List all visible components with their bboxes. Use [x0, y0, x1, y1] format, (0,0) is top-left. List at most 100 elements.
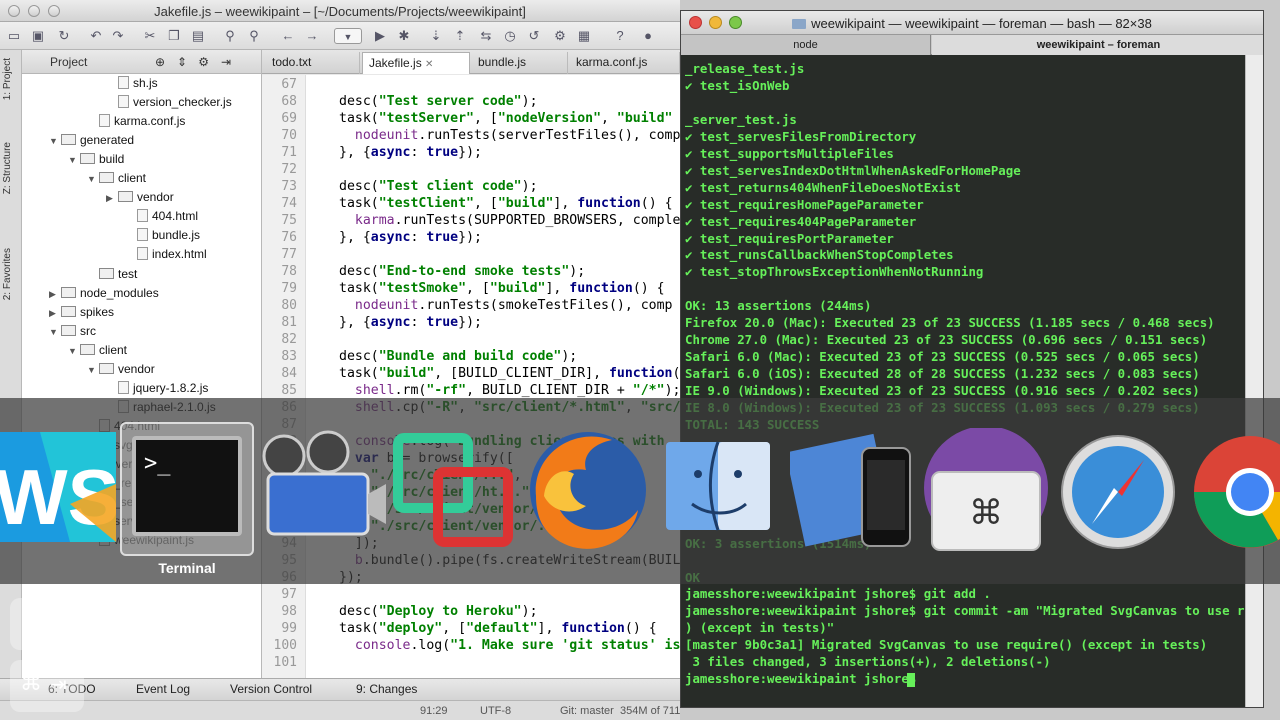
- tool-event-log[interactable]: Event Log: [136, 682, 190, 696]
- tab-karma-conf[interactable]: karma.conf.js: [570, 52, 680, 74]
- tree-file[interactable]: bundle.js: [125, 226, 200, 245]
- firefox-app[interactable]: [522, 426, 652, 554]
- tree-folder[interactable]: ▶ spikes: [49, 303, 114, 322]
- git-branch[interactable]: Git: master: [560, 705, 614, 717]
- forward-icon[interactable]: →: [304, 28, 320, 44]
- chevron-right-icon[interactable]: ▶: [49, 285, 61, 304]
- chevron-down-icon[interactable]: ▼: [49, 323, 61, 342]
- tree-folder[interactable]: ▶ vendor: [106, 188, 174, 207]
- folder-icon[interactable]: ▭: [6, 28, 22, 44]
- chevron-right-icon[interactable]: ▶: [49, 304, 61, 323]
- terminal-app[interactable]: >_: [120, 422, 254, 556]
- tree-file[interactable]: 404.html: [125, 207, 198, 226]
- cheatsheet-app[interactable]: ⌘: [920, 426, 1052, 552]
- tree-file[interactable]: version_checker.js: [106, 93, 232, 112]
- project-view-selector[interactable]: Project: [32, 55, 87, 69]
- tree-file[interactable]: karma.conf.js: [87, 112, 185, 131]
- tool-window-bar: 6: TODO Event Log Version Control 9: Cha…: [0, 678, 680, 700]
- line-number: 82: [281, 332, 297, 347]
- parallels-icon: [393, 433, 513, 547]
- vcs-update-icon[interactable]: ⇣: [428, 28, 444, 44]
- tree-folder[interactable]: ▶ node_modules: [49, 284, 159, 303]
- target-icon[interactable]: ⊕: [155, 50, 165, 74]
- tree-folder[interactable]: ▼ build: [68, 150, 124, 169]
- svg-text:>_: >_: [144, 451, 171, 476]
- run-icon[interactable]: ▶: [372, 28, 388, 44]
- terminal-line: ✔ test_returns404WhenFileDoesNotExist: [685, 179, 962, 195]
- terminal-tab-foreman[interactable]: weewikipaint – foreman: [932, 35, 1263, 55]
- help-icon[interactable]: ?: [612, 28, 628, 44]
- tool-changes[interactable]: 9: Changes: [356, 682, 417, 696]
- vcs-commit-icon[interactable]: ⇡: [452, 28, 468, 44]
- vcs-history-icon[interactable]: ◷: [502, 28, 518, 44]
- tree-folder[interactable]: ▼ src: [49, 322, 96, 341]
- sync-icon[interactable]: ↻: [56, 28, 72, 44]
- memory-indicator[interactable]: 354M of 711M: [620, 705, 680, 717]
- code-line: desc("Test client code");: [339, 179, 538, 194]
- undo-icon[interactable]: ↶: [88, 28, 104, 44]
- paste-icon[interactable]: ▤: [190, 28, 206, 44]
- chevron-down-icon[interactable]: ▼: [68, 151, 80, 170]
- close-icon[interactable]: ✕: [425, 59, 433, 70]
- redo-icon[interactable]: ↷: [110, 28, 126, 44]
- project-panel-header: Project ⊕ ⇕ ⚙ ⇥: [22, 50, 261, 74]
- tree-file[interactable]: jquery-1.8.2.js: [106, 379, 208, 398]
- chevron-down-icon[interactable]: ▼: [49, 132, 61, 151]
- save-icon[interactable]: ▣: [30, 28, 46, 44]
- webstorm-app[interactable]: WS: [0, 424, 120, 548]
- plugin-icon[interactable]: ●: [640, 28, 656, 44]
- hide-icon[interactable]: ⇥: [221, 50, 231, 74]
- file-encoding[interactable]: UTF-8: [480, 705, 511, 717]
- tab-todo[interactable]: todo.txt: [266, 52, 360, 74]
- chrome-app[interactable]: [1192, 432, 1280, 552]
- run-config-dropdown[interactable]: ▼: [334, 28, 362, 44]
- structure-icon[interactable]: ▦: [576, 28, 592, 44]
- tree-file[interactable]: index.html: [125, 245, 207, 264]
- collapse-icon[interactable]: ⇕: [177, 50, 187, 74]
- chevron-right-icon[interactable]: ▶: [106, 189, 118, 208]
- tree-label: sh.js: [133, 76, 158, 90]
- tree-folder[interactable]: ▼ vendor: [87, 360, 155, 379]
- tab-bundle[interactable]: bundle.js: [472, 52, 568, 74]
- command-key-icon: ⌘: [20, 670, 42, 695]
- revert-icon[interactable]: ↺: [526, 28, 542, 44]
- tool-version-control[interactable]: Version Control: [230, 682, 312, 696]
- tree-file[interactable]: sh.js: [106, 74, 158, 93]
- finder-app[interactable]: [662, 440, 774, 532]
- screenflow-app[interactable]: [258, 428, 388, 548]
- replace-icon[interactable]: ⚲: [246, 28, 262, 44]
- tab-project[interactable]: 1: Project: [2, 58, 20, 100]
- terminal-scrollbar[interactable]: [1245, 55, 1263, 707]
- gear-icon[interactable]: ⚙: [198, 50, 209, 74]
- terminal-tab-node[interactable]: node: [681, 35, 931, 55]
- chevron-down-icon[interactable]: ▼: [87, 170, 99, 189]
- tab-jakefile[interactable]: Jakefile.js ✕: [362, 52, 470, 74]
- tree-folder[interactable]: ▼ client: [68, 341, 127, 360]
- code-line: task("testSmoke", ["build"], function() …: [339, 281, 665, 296]
- svg-text:⌘: ⌘: [969, 493, 1003, 533]
- terminal-output[interactable]: _release_test.js ✔ test_isOnWeb _server_te…: [685, 57, 1263, 707]
- parallels-app[interactable]: [390, 428, 520, 550]
- back-icon[interactable]: ←: [280, 28, 296, 44]
- find-icon[interactable]: ⚲: [222, 28, 238, 44]
- cursor-position[interactable]: 91:29: [420, 705, 448, 717]
- code-line: desc("Test server code");: [339, 94, 538, 109]
- code-line: nodeunit.runTests(serverTestFiles(), com…: [354, 128, 680, 143]
- settings-icon[interactable]: ⚙: [552, 28, 568, 44]
- debug-icon[interactable]: ✱: [396, 28, 412, 44]
- vcs-compare-icon[interactable]: ⇆: [478, 28, 494, 44]
- tree-folder[interactable]: ▼ client: [87, 169, 146, 188]
- copy-icon[interactable]: ❐: [166, 28, 182, 44]
- chevron-down-icon[interactable]: ▼: [68, 342, 80, 361]
- chevron-down-icon[interactable]: ▼: [87, 361, 99, 380]
- code-editor[interactable]: desc("Test server code"); task("testServe…: [306, 75, 680, 678]
- ios-simulator-app[interactable]: [785, 428, 916, 552]
- cut-icon[interactable]: ✂: [142, 28, 158, 44]
- tree-folder[interactable]: ▼ generated: [49, 131, 134, 150]
- tab-structure[interactable]: Z: Structure: [2, 142, 20, 194]
- tree-folder[interactable]: test: [87, 265, 137, 284]
- tab-favorites[interactable]: 2: Favorites: [2, 248, 20, 300]
- line-number: 75: [281, 213, 297, 228]
- safari-app[interactable]: [1058, 426, 1178, 554]
- line-number: 85: [281, 383, 297, 398]
